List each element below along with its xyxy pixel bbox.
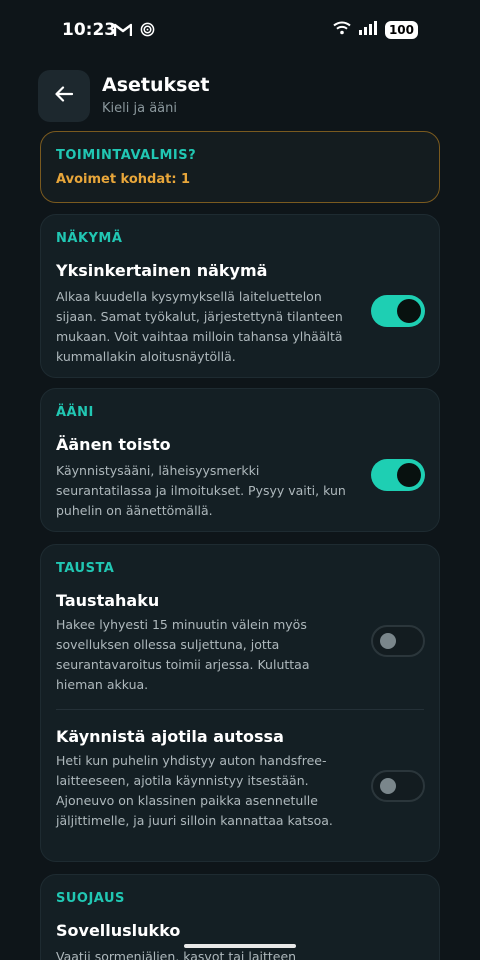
security-section-label: SUOJAUS bbox=[56, 891, 125, 906]
simple-view-title: Yksinkertainen näkymä bbox=[56, 261, 268, 280]
view-section-label: NÄKYMÄ bbox=[56, 231, 123, 246]
simple-view-toggle[interactable] bbox=[371, 295, 425, 327]
page-header: Asetukset Kieli ja ääni bbox=[38, 70, 442, 122]
background-scan-description: Hakee lyhyesti 15 minuutin välein myös s… bbox=[56, 617, 310, 692]
status-time: 10:23 bbox=[62, 20, 117, 40]
arrow-left-icon bbox=[55, 86, 74, 106]
app-notification-icon bbox=[140, 22, 155, 41]
auto-drive-mode-toggle[interactable] bbox=[371, 770, 425, 802]
auto-drive-mode-title: Käynnistä ajotila autossa bbox=[56, 727, 284, 746]
page-title: Asetukset bbox=[102, 74, 210, 96]
divider bbox=[56, 709, 424, 710]
simple-view-description: Alkaa kuudella kysymyksellä laiteluettel… bbox=[56, 289, 343, 364]
toggle-knob bbox=[380, 633, 396, 649]
gmail-icon bbox=[113, 22, 133, 41]
app-lock-description: Vaatii sormenjälien, kasvot tai laitteen bbox=[56, 949, 297, 960]
sound-playback-toggle[interactable] bbox=[371, 459, 425, 491]
background-scan-title: Taustahaku bbox=[56, 591, 160, 610]
sound-settings-card: ÄÄNI Äänen toisto Käynnistysääni, läheis… bbox=[40, 388, 440, 532]
signal-icon bbox=[358, 20, 377, 39]
back-button[interactable] bbox=[38, 70, 90, 122]
home-indicator[interactable] bbox=[184, 944, 296, 948]
toggle-knob bbox=[397, 463, 421, 487]
view-settings-card: NÄKYMÄ Yksinkertainen näkymä Alkaa kuude… bbox=[40, 214, 440, 378]
background-settings-card: TAUSTA Taustahaku Hakee lyhyesti 15 minu… bbox=[40, 544, 440, 862]
battery-icon: 100 bbox=[384, 20, 418, 39]
sound-playback-title: Äänen toisto bbox=[56, 435, 171, 454]
auto-drive-mode-description: Heti kun puhelin yhdistyy auton handsfre… bbox=[56, 753, 333, 828]
open-items-count: Avoimet kohdat: 1 bbox=[56, 172, 191, 187]
app-lock-title: Sovelluslukko bbox=[56, 921, 181, 940]
page-subtitle: Kieli ja ääni bbox=[102, 101, 177, 116]
readiness-card[interactable]: TOIMINTAVALMIS? Avoimet kohdat: 1 bbox=[40, 131, 440, 203]
wifi-icon bbox=[333, 20, 351, 39]
background-scan-toggle[interactable] bbox=[371, 625, 425, 657]
toggle-knob bbox=[380, 778, 396, 794]
toggle-knob bbox=[397, 299, 421, 323]
readiness-label: TOIMINTAVALMIS? bbox=[56, 148, 197, 163]
background-section-label: TAUSTA bbox=[56, 561, 115, 576]
sound-playback-description: Käynnistysääni, läheisyysmerkki seuranta… bbox=[56, 463, 346, 518]
status-bar: 10:23 100 bbox=[0, 0, 480, 62]
sound-section-label: ÄÄNI bbox=[56, 405, 94, 420]
